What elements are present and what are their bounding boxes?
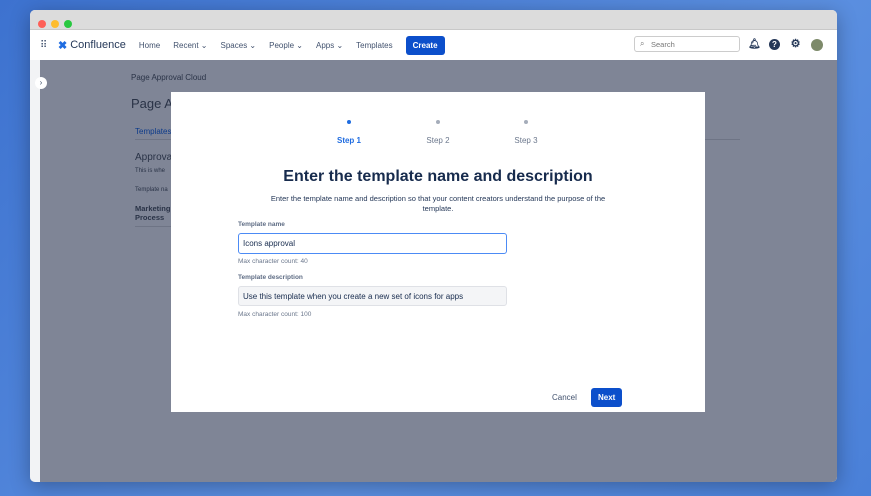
step-1: Step 1 — [319, 120, 379, 145]
minimize-window-button[interactable] — [51, 20, 59, 28]
notifications-icon[interactable]: 🔔︎ — [748, 39, 761, 50]
step-2: Step 2 — [408, 120, 468, 145]
nav-people[interactable]: People ⌄ — [269, 41, 303, 50]
step-label: Step 3 — [514, 136, 538, 145]
step-3: Step 3 — [496, 120, 556, 145]
create-button[interactable]: Create — [405, 35, 445, 55]
nav-apps[interactable]: Apps ⌄ — [316, 41, 343, 50]
modal-description: Enter the template name and description … — [270, 194, 606, 213]
step-label: Step 1 — [336, 136, 361, 145]
nav-people-label: People — [269, 40, 295, 50]
top-nav: ⠿ ✖ Confluence Home Recent ⌄ Spaces ⌄ Peo… — [30, 30, 837, 60]
sidebar-strip — [30, 60, 40, 482]
template-name-label: Template name — [238, 221, 285, 228]
confluence-logo[interactable]: ✖ Confluence — [58, 39, 126, 52]
nav-recent[interactable]: Recent ⌄ — [173, 41, 207, 50]
settings-icon[interactable]: ⚙ — [790, 39, 801, 50]
help-icon[interactable]: ? — [769, 39, 780, 50]
section-title: Approva — [135, 152, 173, 163]
nav-templates[interactable]: Templates — [356, 41, 392, 50]
next-button[interactable]: Next — [591, 388, 623, 407]
modal-title: Enter the template name and description — [283, 168, 593, 185]
step-label: Step 2 — [426, 136, 450, 145]
template-name-input[interactable]: Icons approval — [238, 233, 507, 254]
title-bar — [30, 10, 837, 30]
browser-window: ⠿ ✖ Confluence Home Recent ⌄ Spaces ⌄ Peo… — [30, 10, 837, 482]
template-name-hint: Max character count: 40 — [238, 258, 308, 265]
nav-apps-label: Apps — [316, 40, 335, 50]
table-row[interactable]: Marketing Process — [135, 204, 175, 227]
nav-home[interactable]: Home — [139, 41, 160, 50]
avatar[interactable] — [811, 39, 823, 51]
nav-recent-label: Recent — [173, 40, 199, 50]
nav-spaces-label: Spaces — [220, 40, 248, 50]
column-header: Template na — [135, 187, 168, 193]
app-switcher-icon[interactable]: ⠿ — [40, 40, 50, 51]
search-input[interactable]: ⌕ Search — [634, 36, 740, 52]
search-icon: ⌕ — [640, 39, 645, 48]
close-window-button[interactable] — [38, 20, 46, 28]
confluence-x-icon: ✖ — [58, 39, 68, 52]
step-dot — [524, 120, 528, 124]
section-desc: This is whe — [135, 168, 166, 174]
template-description-input[interactable]: Use this template when you create a new … — [238, 286, 507, 306]
breadcrumb[interactable]: Page Approval Cloud — [131, 73, 206, 82]
create-template-modal: Step 1 Step 2 Step 3 Enter the template … — [171, 92, 705, 412]
template-description-label: Template description — [238, 274, 303, 281]
step-dot — [436, 120, 440, 124]
expand-sidebar-button[interactable]: › — [35, 77, 47, 89]
maximize-window-button[interactable] — [64, 20, 72, 28]
nav-spaces[interactable]: Spaces ⌄ — [221, 41, 257, 50]
page-content-dimmed: › Page Approval Cloud Page A Templates A… — [30, 60, 837, 482]
step-dot — [347, 120, 351, 124]
search-placeholder: Search — [651, 40, 675, 49]
product-name: Confluence — [70, 39, 126, 51]
template-description-hint: Max character count: 100 — [238, 311, 312, 318]
cancel-button[interactable]: Cancel — [545, 388, 584, 407]
page-title: Page A — [131, 96, 173, 111]
